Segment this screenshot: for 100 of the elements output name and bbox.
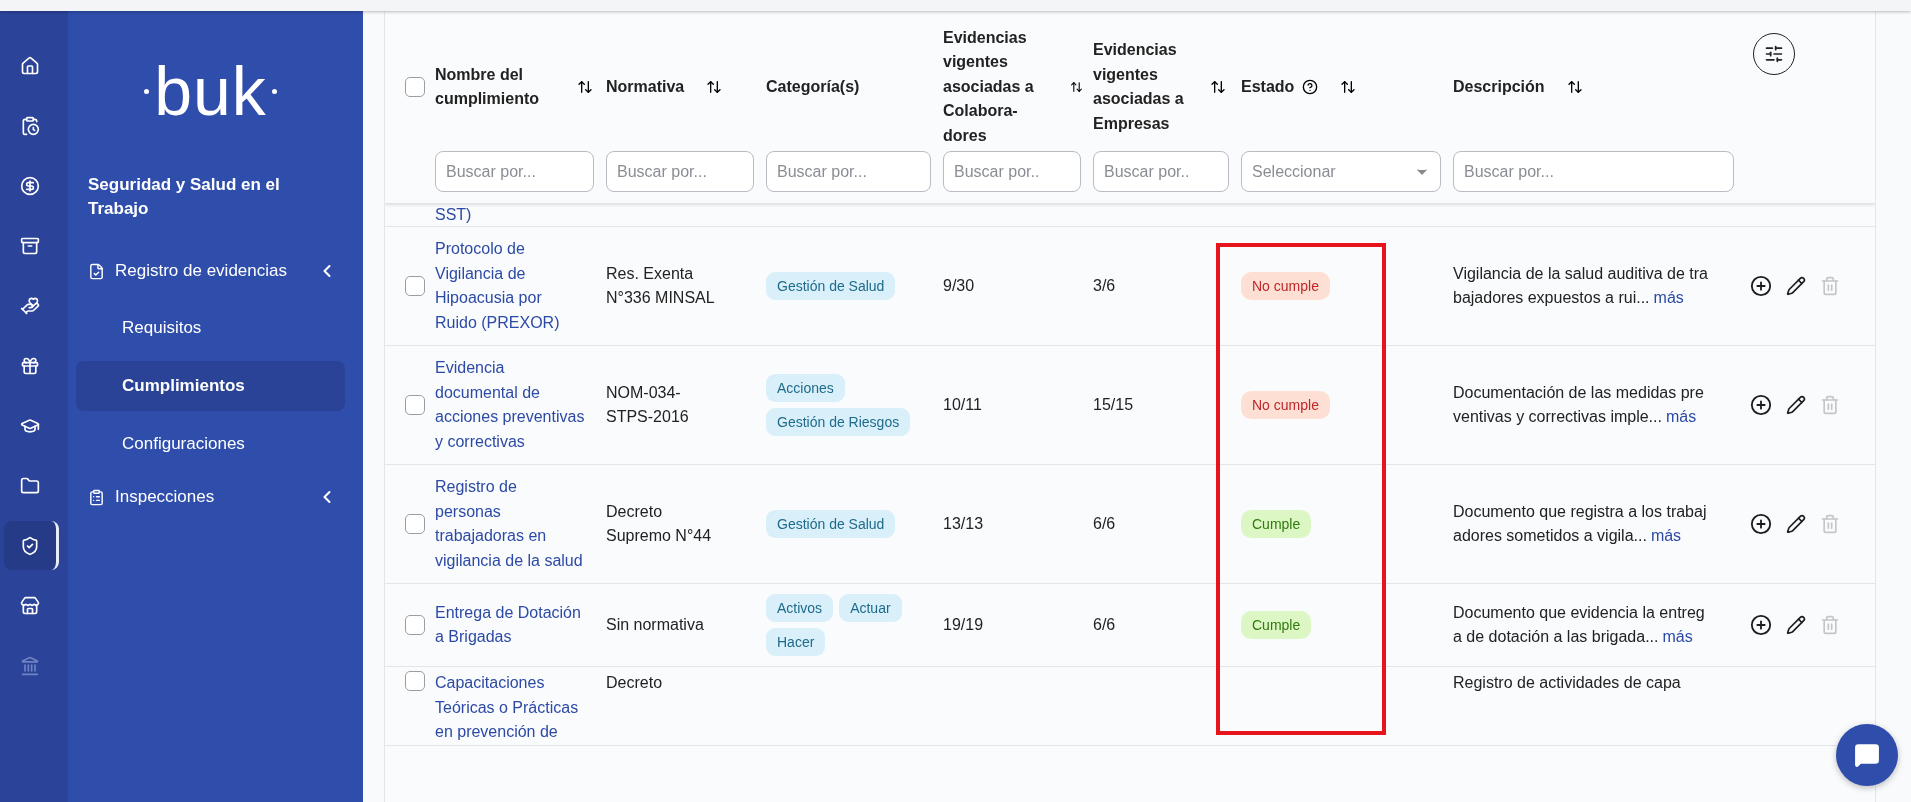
gift-icon [20,355,40,376]
logo: buk [144,57,277,125]
table-cell-text: 13/13 [943,513,985,534]
table-cell-text: 6/6 [1093,614,1117,635]
bank-icon [20,655,40,676]
pencil-icon [1786,615,1806,635]
chat-icon [1854,742,1880,768]
help-icon[interactable] [1302,79,1319,95]
add-button[interactable] [1750,513,1772,535]
row-checkbox[interactable] [405,276,425,296]
pencil-icon [1786,276,1806,296]
category-tag: Actuar [839,594,902,622]
nav-subitem[interactable]: Requisitos [76,303,345,353]
description-text: Documento que registra a los trabajadores sometidos a vigila... más [1453,501,1708,546]
status-badge: Cumple [1241,510,1312,538]
row-checkbox[interactable] [405,395,425,415]
description-text: Vigilancia de la salud auditiva de trabajadores expuestos a rui... más [1453,263,1709,308]
row-checkbox[interactable] [405,615,425,635]
home-icon [20,55,40,76]
compliance-name-link[interactable]: Protocolo de Vigilancia de Hipoacusia por Ruido (PREXOR) [435,237,587,335]
compliance-name-link[interactable]: Evidencia documental de acciones preventivas y correctivas [435,356,587,454]
regulation-text: Decreto Supremo N°44 [606,501,713,546]
trash-icon [1820,615,1840,635]
plus-icon [1750,275,1772,297]
row-checkbox[interactable] [405,514,425,534]
rail-item[interactable] [4,521,59,570]
trash-icon [1820,514,1840,534]
sort-icon[interactable] [1340,79,1357,95]
edit-button[interactable] [1786,276,1806,296]
sort-icon[interactable] [706,79,723,95]
compliance-name-link[interactable]: Capacitaciones Teóricas o Prácticas en prevención de [435,671,587,745]
section-title: Seguridad y Salud en el Trabajo [87,174,281,220]
table-cell-text: 6/6 [1093,513,1117,534]
search-field[interactable]: Buscar por... [435,151,594,192]
more-link[interactable]: más [1665,408,1697,425]
category-tag: Activos [766,594,834,622]
column-header: Nombre del cumplimiento [435,64,540,109]
table-cell-text: 10/11 [943,394,983,415]
nav-item[interactable]: Inspecciones [76,477,345,517]
search-field[interactable]: Buscar por... [606,151,754,192]
status-badge: No cumple [1241,391,1330,419]
regulation-text: NOM-034-STPS-2016 [606,382,690,427]
search-field[interactable]: Buscar por... [766,151,931,192]
clipboard-clock-icon [20,115,40,136]
plus-icon [1750,394,1772,416]
row-checkbox[interactable] [405,671,425,691]
settings-button[interactable] [1753,33,1795,75]
edit-button[interactable] [1786,514,1806,534]
shield-icon [20,535,40,556]
compliance-name-link[interactable]: SST) [435,203,587,226]
category-tag: Hacer [766,628,826,656]
file-check-icon [88,262,105,280]
description-text: Documento que evidencia la entrega de dotación a las brigada... más [1453,602,1706,647]
column-header: Descripción [1453,76,1545,97]
sort-icon[interactable] [1070,79,1083,95]
category-tag: Gestión de Salud [766,510,896,538]
folder-icon [20,475,40,496]
description-text: Registro de actividades de capa [1453,673,1682,693]
status-badge: Cumple [1241,611,1312,639]
column-header: Normativa [606,76,685,97]
pencil-icon [1786,395,1806,415]
search-field[interactable]: Buscar por... [1453,151,1734,192]
plus-icon [1750,614,1772,636]
compliance-name-link[interactable]: Registro de personas trabajadoras en vigilancia de la salud [435,475,587,573]
sort-icon[interactable] [577,79,593,95]
sort-icon[interactable] [1210,79,1226,95]
add-button[interactable] [1750,394,1772,416]
clipboard-list-icon [88,488,105,506]
category-tag: Gestión de Riesgos [766,408,911,436]
select-all-checkbox[interactable] [405,77,425,97]
category-tag: Acciones [766,374,845,402]
edit-button[interactable] [1786,615,1806,635]
column-header: Evidencias vigentes asociadas a Colabora-dores [943,27,1035,146]
nav-subitem[interactable]: Configuraciones [76,419,345,469]
hand-heart-icon [20,295,40,316]
store-icon [20,595,40,616]
add-button[interactable] [1750,275,1772,297]
search-field[interactable]: Buscar por.. [1093,151,1229,192]
table-cell-text: 19/19 [943,614,985,635]
nav-item[interactable]: Registro de evidencias [76,251,345,291]
more-link[interactable]: más [1650,527,1682,544]
category-tag: Gestión de Salud [766,272,896,300]
search-field[interactable]: Buscar por.. [943,151,1081,192]
sort-icon[interactable] [1566,79,1583,95]
nav-subitem[interactable]: Cumplimientos [76,361,345,411]
column-header: Estado [1241,76,1295,97]
more-link[interactable]: más [1662,628,1693,645]
more-link[interactable]: más [1653,289,1684,306]
compliance-name-link[interactable]: Entrega de Dotación a Brigadas [435,600,587,650]
box-icon [20,235,40,256]
regulation-text: Sin normativa [606,614,705,635]
pencil-icon [1786,514,1806,534]
plus-icon [1750,513,1772,535]
status-badge: No cumple [1241,272,1330,300]
table-cell-text: 3/6 [1093,275,1117,296]
description-text: Documentación de las medidas preventivas y correctivas imple... más [1453,382,1705,427]
add-button[interactable] [1750,614,1772,636]
dollar-icon [20,175,40,196]
edit-button[interactable] [1786,395,1806,415]
trash-icon [1820,395,1840,415]
